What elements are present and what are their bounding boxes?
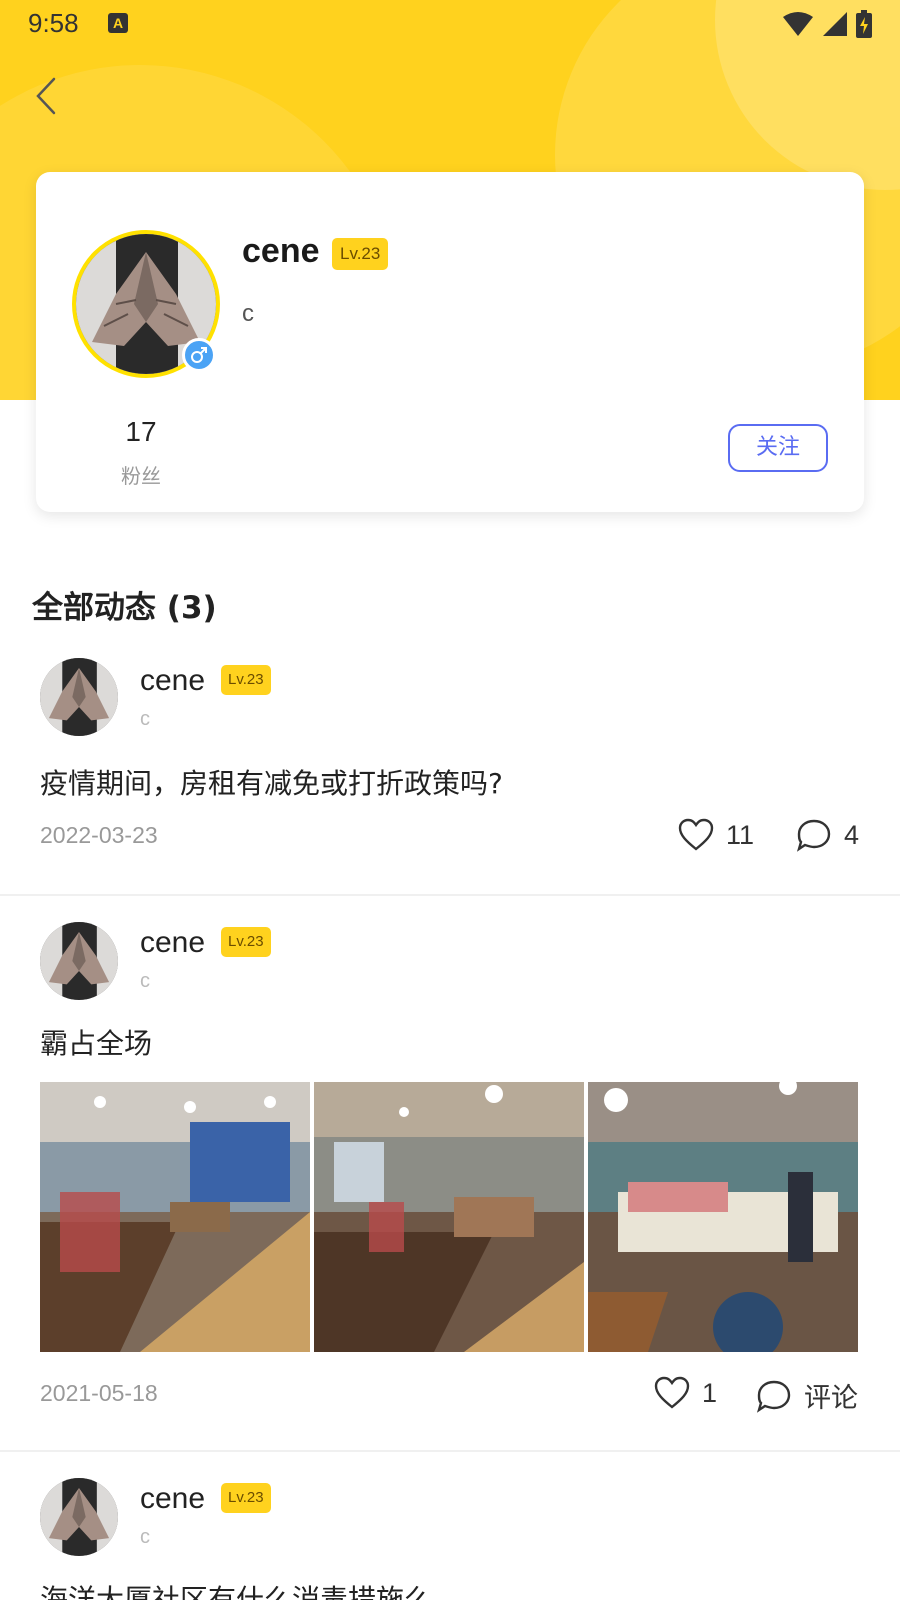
post-text: 海洋大厦社区有什么消毒措施么 <box>40 1583 433 1600</box>
moth-avatar-image <box>40 658 118 736</box>
back-button[interactable] <box>26 72 66 120</box>
post-photo[interactable] <box>40 1082 310 1352</box>
lounge-photo-image <box>588 1082 858 1352</box>
lounge-photo-image <box>314 1082 584 1352</box>
status-icons <box>782 10 872 38</box>
follow-button[interactable]: 关注 <box>728 424 828 472</box>
profile-card: cene Lv.23 c 17 粉丝 关注 <box>36 172 864 512</box>
wifi-icon <box>783 12 813 36</box>
heart-icon <box>678 818 714 851</box>
post-author-signature: c <box>140 708 150 730</box>
post-author-name: cene <box>140 926 206 959</box>
post-date: 2022-03-23 <box>40 822 158 848</box>
level-badge: Lv.23 <box>221 927 271 957</box>
like-button[interactable]: 11 <box>678 818 754 852</box>
post-author-name: cene <box>140 664 206 697</box>
battery-icon <box>856 10 872 38</box>
post-item[interactable]: cene Lv.23 c 疫情期间，房租有减免或打折政策吗? 2022-03-2… <box>0 640 900 896</box>
comment-count: 4 <box>844 819 860 850</box>
post-author-name: cene <box>140 1482 206 1515</box>
post-avatar[interactable] <box>40 922 118 1000</box>
post-author-signature: c <box>140 970 150 992</box>
like-button[interactable]: 1 <box>654 1376 717 1410</box>
profile-signature: c <box>242 300 254 327</box>
comment-label: 评论 <box>804 1383 858 1413</box>
post-photo[interactable] <box>314 1082 584 1352</box>
post-photo[interactable] <box>588 1082 858 1352</box>
level-badge: Lv.23 <box>221 665 271 695</box>
signal-icon <box>823 12 847 36</box>
post-item[interactable]: cene Lv.23 c 霸占全场 2021-05-18 1 评论 <box>0 900 900 1450</box>
post-date: 2021-05-18 <box>40 1380 158 1406</box>
post-text: 疫情期间，房租有减免或打折政策吗? <box>40 767 503 800</box>
moth-avatar-image <box>40 1478 118 1556</box>
male-icon <box>191 347 207 363</box>
level-badge: Lv.23 <box>221 1483 271 1513</box>
comment-icon <box>796 819 831 852</box>
section-title: 全部动态 (3) <box>32 590 217 626</box>
post-text: 霸占全场 <box>40 1027 153 1060</box>
level-badge: Lv.23 <box>332 238 389 270</box>
moth-avatar-image <box>40 922 118 1000</box>
post-divider <box>0 894 900 896</box>
like-count: 1 <box>702 1377 718 1408</box>
fans-label[interactable]: 粉丝 <box>96 460 186 489</box>
like-count: 11 <box>726 819 755 850</box>
status-time: 9:58 <box>28 8 79 38</box>
post-author-signature: c <box>140 1526 150 1548</box>
heart-icon <box>654 1376 690 1409</box>
fans-count[interactable]: 17 <box>96 416 186 448</box>
comment-button[interactable]: 评论 <box>756 1376 858 1415</box>
post-avatar[interactable] <box>40 658 118 736</box>
notification-icon: A <box>108 13 128 33</box>
status-bar: 9:58 A <box>0 0 900 48</box>
lounge-photo-image <box>40 1082 310 1352</box>
post-avatar[interactable] <box>40 1478 118 1556</box>
post-divider <box>0 1450 900 1452</box>
post-photo-grid <box>40 1082 858 1352</box>
profile-name: cene <box>242 232 320 270</box>
gender-badge <box>182 338 216 372</box>
post-item[interactable]: cene Lv.23 c 海洋大厦社区有什么消毒措施么 <box>0 1454 900 1600</box>
comment-button[interactable]: 4 <box>796 818 859 852</box>
comment-icon <box>756 1380 791 1413</box>
chevron-left-icon <box>36 77 56 115</box>
